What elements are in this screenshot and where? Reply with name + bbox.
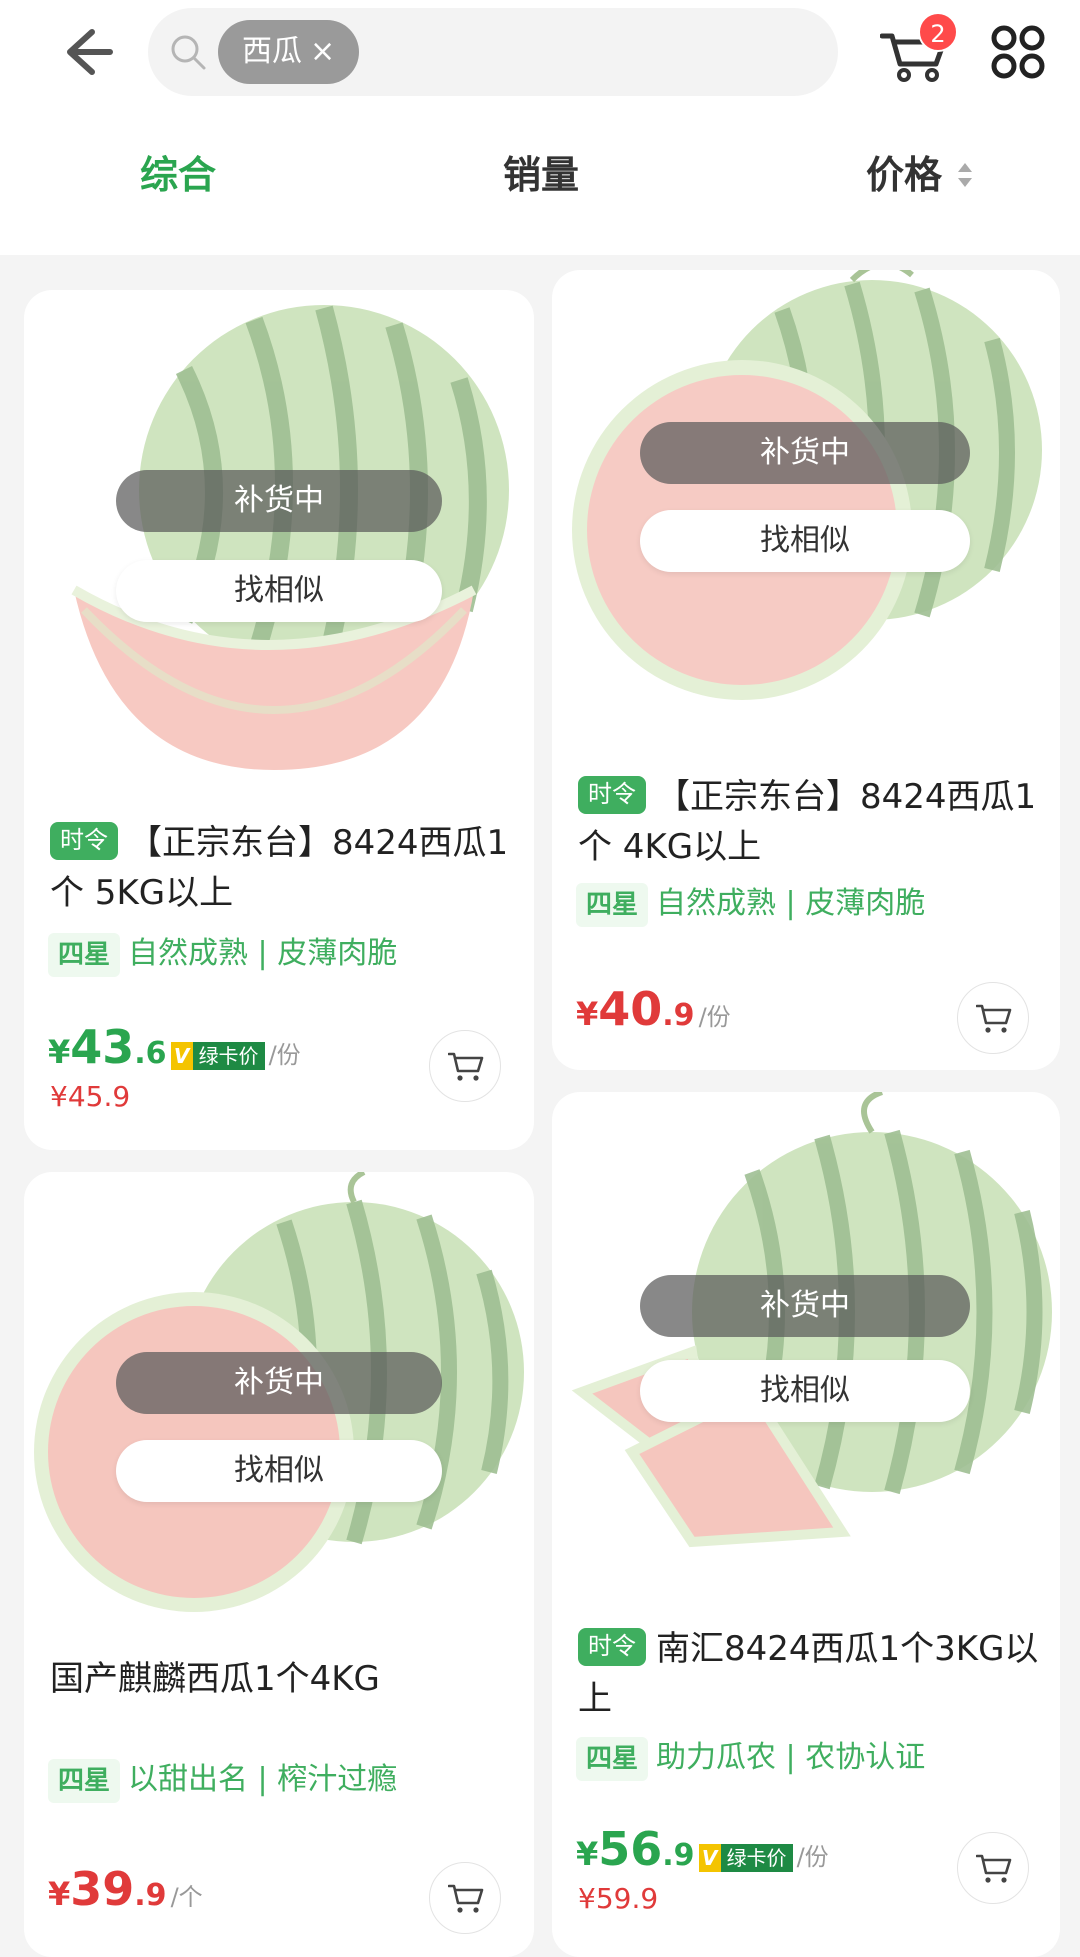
top-bar: 西瓜 × 2 综合 销量 价格 [0,0,1080,255]
price-integer: 40 [598,982,663,1036]
original-price: ¥45.9 [50,1080,131,1113]
product-features: 四星 自然成熟 | 皮薄肉脆 [576,882,926,927]
price-unit: /份 [796,1843,829,1871]
price-integer: 43 [70,1020,135,1074]
star-rating: 四星 [576,883,649,927]
season-tag: 时令 [578,776,646,814]
star-rating: 四星 [48,1759,121,1803]
find-similar-button[interactable]: 找相似 [116,1440,442,1502]
price-row: ¥ 56 .9 V 绿卡价 /份 [576,1822,829,1878]
product-title-block: 时令 【正宗东台】8424西瓜1个 4KG以上 [578,772,1040,872]
tab-price[interactable]: 价格 [866,140,942,210]
currency-symbol: ¥ [48,1033,71,1071]
feature-text: 自然成熟 | 皮薄肉脆 [128,936,398,971]
add-to-cart-button[interactable] [957,982,1029,1054]
search-keyword: 西瓜 [242,34,302,69]
restocking-label: 补货中 [640,1275,970,1337]
price-row: ¥ 39 .9 /个 [48,1862,203,1918]
find-similar-button[interactable]: 找相似 [640,1360,970,1422]
feature-text: 自然成熟 | 皮薄肉脆 [656,886,926,921]
product-card[interactable]: 补货中 找相似 国产麒麟西瓜1个4KG 四星 以甜出名 | 榨汁过瘾 ¥ 39 .… [24,1172,534,1957]
season-tag: 时令 [50,822,118,860]
restocking-label: 补货中 [116,470,442,532]
add-to-cart-icon [448,1052,484,1081]
find-similar-button[interactable]: 找相似 [116,560,442,622]
product-card[interactable]: 补货中 找相似 时令 【正宗东台】8424西瓜1个 4KG以上 四星 自然成熟 | … [552,270,1060,1070]
feature-text: 助力瓜农 | 农协认证 [656,1740,926,1775]
price-unit: /份 [268,1041,301,1069]
product-title: 【正宗东台】8424西瓜1个 4KG以上 [578,777,1037,867]
price-row: ¥ 40 .9 /份 [576,982,731,1038]
price-unit: /份 [698,1003,731,1031]
restocking-label: 补货中 [640,422,970,484]
watermelon-image [571,1092,1052,1548]
add-to-cart-button[interactable] [429,1862,501,1934]
vip-v-icon: V [698,1844,721,1872]
sort-arrows-icon[interactable] [956,160,974,190]
product-card[interactable]: 补货中 找相似 时令 南汇8424西瓜1个3KG以上 四星 助力瓜农 | 农协认证 … [552,1092,1060,1957]
cart-count-badge: 2 [918,12,958,52]
feature-text: 以甜出名 | 榨汁过瘾 [128,1762,398,1797]
product-title: 南汇8424西瓜1个3KG以上 [578,1629,1039,1719]
price-decimal: .9 [134,1878,167,1913]
product-title: 国产麒麟西瓜1个4KG [50,1659,380,1699]
find-similar-button[interactable]: 找相似 [640,510,970,572]
star-rating: 四星 [48,933,121,977]
back-arrow-icon[interactable] [48,22,118,82]
currency-symbol: ¥ [576,995,599,1033]
product-card[interactable]: 补货中 找相似 时令 【正宗东台】8424西瓜1个 5KG以上 四星 自然成熟 | … [24,290,534,1150]
green-card-badge: V 绿卡价 [170,1041,265,1071]
search-keyword-chip[interactable]: 西瓜 × [218,20,360,84]
search-icon [171,35,206,70]
search-bar[interactable]: 西瓜 × [148,8,838,96]
green-card-label: 绿卡价 [192,1042,265,1070]
price-integer: 39 [70,1862,135,1916]
product-features: 四星 自然成熟 | 皮薄肉脆 [48,932,398,977]
tab-sales[interactable]: 销量 [503,140,579,210]
star-rating: 四星 [576,1737,649,1781]
price-integer: 56 [598,1822,663,1876]
green-card-label: 绿卡价 [720,1844,793,1872]
add-to-cart-button[interactable] [429,1030,501,1102]
price-row: ¥ 43 .6 V 绿卡价 /份 [48,1020,301,1076]
price-decimal: .6 [134,1036,167,1071]
chip-close-icon[interactable]: × [310,20,335,84]
price-decimal: .9 [662,998,695,1033]
currency-symbol: ¥ [576,1835,599,1873]
season-tag: 时令 [578,1628,646,1666]
product-title-block: 时令 南汇8424西瓜1个3KG以上 [578,1624,1040,1724]
tab-comprehensive[interactable]: 综合 [140,140,216,210]
watermelon-image [71,305,509,770]
restocking-label: 补货中 [116,1352,442,1414]
product-title-block: 时令 【正宗东台】8424西瓜1个 5KG以上 [50,818,514,918]
original-price: ¥59.9 [578,1882,659,1915]
product-features: 四星 助力瓜农 | 农协认证 [576,1736,926,1781]
vip-v-icon: V [170,1042,193,1070]
product-title: 【正宗东台】8424西瓜1个 5KG以上 [50,823,509,913]
product-title-block: 国产麒麟西瓜1个4KG [50,1654,514,1704]
product-features: 四星 以甜出名 | 榨汁过瘾 [48,1758,398,1803]
green-card-badge: V 绿卡价 [698,1843,793,1873]
add-to-cart-icon [448,1884,484,1913]
currency-symbol: ¥ [48,1875,71,1913]
price-unit: /个 [170,1883,203,1911]
grid-menu-icon[interactable] [990,24,1046,80]
sort-tabs: 综合 销量 价格 [0,140,1080,210]
add-to-cart-button[interactable] [957,1832,1029,1904]
price-decimal: .9 [662,1838,695,1873]
add-to-cart-icon [976,1854,1012,1883]
add-to-cart-icon [976,1004,1012,1033]
